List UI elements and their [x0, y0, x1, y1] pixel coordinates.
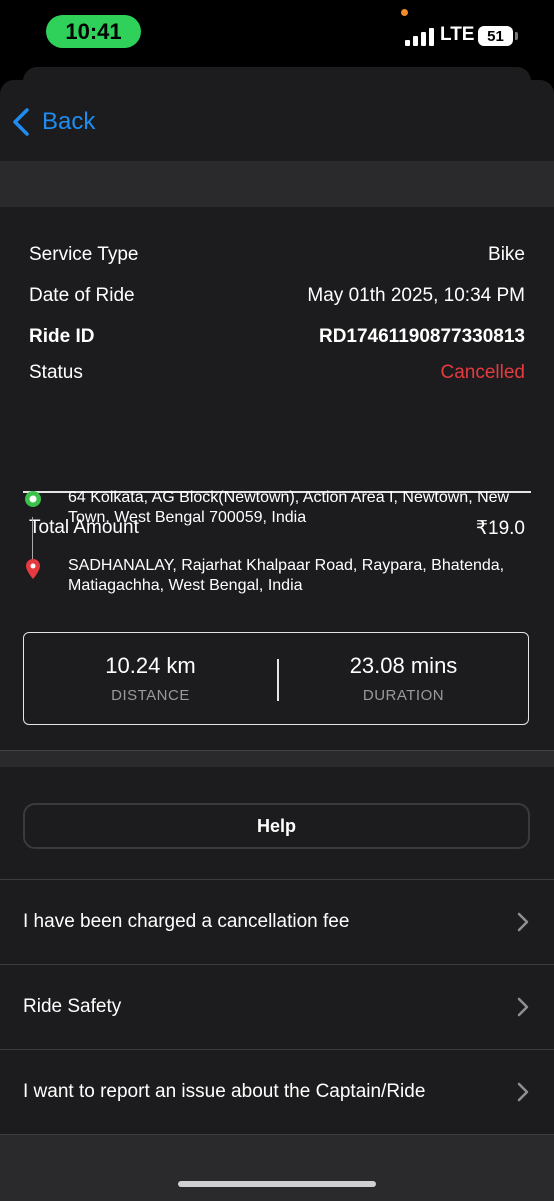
ride-details-sheet: Back Service Type Bike Date of Ride May …: [0, 80, 554, 1201]
battery-level: 51: [487, 27, 504, 45]
drop-pin-icon: [26, 559, 40, 579]
help-button[interactable]: Help: [23, 803, 530, 849]
menu-item-cancellation-fee[interactable]: I have been charged a cancellation fee: [0, 879, 554, 964]
date-label: Date of Ride: [29, 285, 135, 306]
battery-tip: [515, 32, 518, 40]
nav-bar: Back: [0, 80, 554, 161]
chevron-left-icon: [13, 108, 29, 136]
ride-id-label: Ride ID: [29, 326, 95, 347]
ride-id-value: RD17461190877330813: [318, 326, 525, 347]
duration-stat: 23.08 mins DURATION: [277, 653, 530, 704]
network-type: LTE: [440, 24, 475, 45]
duration-value: 23.08 mins: [349, 653, 458, 678]
status-time: 10:41: [46, 15, 141, 48]
status-bar: 10:41 LTE 51: [0, 0, 554, 64]
bottom-spacer: [0, 1134, 554, 1201]
chevron-right-icon: [517, 912, 529, 932]
section-spacer: [0, 161, 554, 207]
trip-stats-box: 10.24 km DISTANCE 23.08 mins DURATION: [23, 632, 529, 725]
cellular-signal-icon: [405, 28, 434, 46]
drop-address: SADHANALAY, Rajarhat Khalpaar Road, Rayp…: [68, 557, 505, 594]
service-type-label: Service Type: [29, 244, 139, 265]
distance-stat: 10.24 km DISTANCE: [24, 653, 277, 704]
menu-item-label: I have been charged a cancellation fee: [23, 911, 350, 932]
date-value: May 01th 2025, 10:34 PM: [307, 285, 525, 306]
privacy-indicator-dot: [401, 9, 408, 16]
menu-item-label: I want to report an issue about the Capt…: [23, 1081, 426, 1102]
menu-item-label: Ride Safety: [23, 996, 122, 1017]
menu-item-ride-safety[interactable]: Ride Safety: [0, 964, 554, 1049]
status-row: Status Cancelled: [29, 362, 525, 384]
status-label: Status: [29, 362, 83, 383]
drop-location: SADHANALAY, Rajarhat Khalpaar Road, Rayp…: [24, 556, 534, 596]
section-spacer-2: [0, 750, 554, 767]
status-value: Cancelled: [440, 362, 526, 383]
pickup-address: 64 Kolkata, AG Block(Newtown), Action Ar…: [68, 489, 510, 526]
service-type-value: Bike: [488, 244, 525, 265]
distance-label: DISTANCE: [111, 687, 190, 704]
chevron-right-icon: [517, 997, 529, 1017]
distance-value: 10.24 km: [105, 653, 196, 678]
battery-icon: 51: [478, 26, 513, 46]
chevron-right-icon: [517, 1082, 529, 1102]
duration-label: DURATION: [362, 687, 445, 704]
back-button[interactable]: Back: [10, 104, 95, 140]
service-type-row: Service Type Bike: [29, 244, 525, 266]
date-row: Date of Ride May 01th 2025, 10:34 PM: [29, 285, 525, 307]
menu-item-report-issue[interactable]: I want to report an issue about the Capt…: [0, 1049, 554, 1134]
back-label: Back: [42, 108, 96, 135]
pickup-location: 64 Kolkata, AG Block(Newtown), Action Ar…: [24, 488, 534, 528]
route-connector-line: [32, 517, 33, 559]
home-indicator[interactable]: [178, 1181, 376, 1187]
ride-id-row: Ride ID RD17461190877330813: [29, 326, 525, 348]
pickup-dot-icon: [25, 491, 41, 507]
